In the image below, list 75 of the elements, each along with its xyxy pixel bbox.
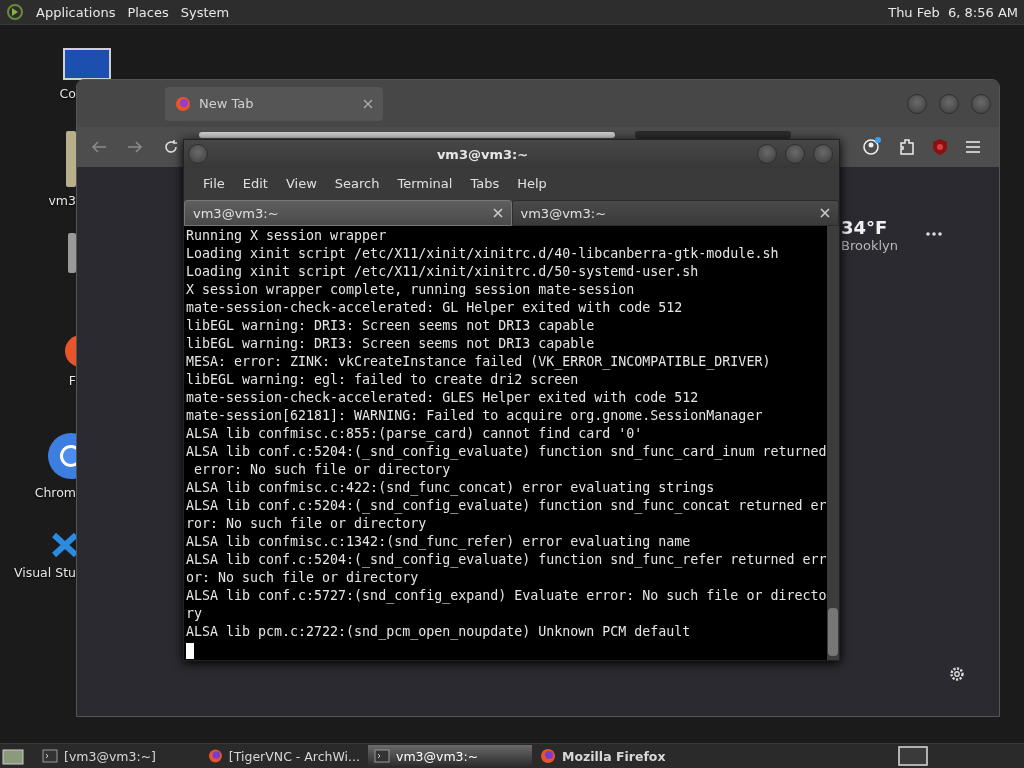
terminal-line: Loading xinit script /etc/X11/xinit/xinitrc.d/50-systemd-user.sh bbox=[186, 263, 699, 281]
clock[interactable]: Thu Feb 6, 8:56 AM bbox=[888, 4, 1018, 20]
terminal-line: ALSA lib pcm.c:2722:(snd_pcm_open_noupdate) Unknown PCM default bbox=[186, 623, 691, 641]
scrollbar[interactable] bbox=[827, 226, 839, 660]
location: Brooklyn bbox=[841, 238, 898, 253]
show-desktop-icon[interactable] bbox=[2, 747, 24, 765]
desktop-icon-label[interactable]: Chrom bbox=[34, 485, 76, 500]
terminal-tab[interactable]: vm3@vm3:~ bbox=[511, 200, 839, 226]
settings-icon[interactable] bbox=[949, 666, 965, 682]
desktop-icon-label[interactable]: F bbox=[68, 373, 76, 388]
terminal-line: ror: No such file or directory bbox=[186, 515, 427, 533]
code-editor-icon[interactable] bbox=[52, 531, 76, 559]
monitor-icon[interactable] bbox=[63, 48, 111, 80]
terminal-tab[interactable]: vm3@vm3:~ bbox=[184, 200, 512, 226]
terminal-icon bbox=[42, 749, 58, 763]
desktop-icon-label[interactable]: vm3 bbox=[48, 193, 76, 208]
browser-tab[interactable]: New Tab bbox=[165, 86, 383, 121]
menu-item[interactable]: File bbox=[194, 175, 234, 191]
menu-item[interactable]: Help bbox=[508, 175, 556, 191]
reload-icon[interactable] bbox=[163, 139, 179, 155]
taskbar-item[interactable]: [vm3@vm3:~] bbox=[36, 745, 200, 767]
menu-item[interactable]: Terminal bbox=[388, 175, 462, 191]
distro-logo-icon[interactable] bbox=[6, 3, 24, 21]
scrollbar-thumb[interactable] bbox=[828, 608, 838, 656]
panel-menu[interactable]: Places bbox=[127, 4, 169, 20]
terminal-line: ALSA lib confmisc.c:422:(snd_func_concat) error evaluating strings bbox=[186, 479, 715, 497]
terminal-line: libEGL warning: egl: failed to create dri2 screen bbox=[186, 371, 579, 389]
terminal-line: ry bbox=[186, 605, 202, 623]
terminal-icon bbox=[374, 749, 390, 763]
back-icon[interactable] bbox=[91, 140, 107, 154]
menu-item[interactable]: Search bbox=[325, 175, 389, 191]
menu-icon[interactable] bbox=[965, 140, 981, 154]
terminal-line: libEGL warning: DRI3: Screen seems not DRI3 capable bbox=[186, 317, 595, 335]
firefox-icon bbox=[540, 748, 556, 764]
terminal-line: MESA: error: ZINK: vkCreateInstance failed (VK_ERROR_INCOMPATIBLE_DRIVER) bbox=[186, 353, 771, 371]
terminal-line: ALSA lib confmisc.c:855:(parse_card) cannot find card '0' bbox=[186, 425, 643, 443]
forward-icon[interactable] bbox=[127, 140, 143, 154]
taskbar-item[interactable]: [TigerVNC - ArchWi... bbox=[202, 745, 366, 767]
terminal-output[interactable] bbox=[184, 226, 839, 660]
more-icon[interactable] bbox=[926, 232, 942, 236]
taskbar-item[interactable]: vm3@vm3:~ bbox=[368, 745, 532, 767]
terminal-line: mate-session-check-accelerated: GLES Helper exited with code 512 bbox=[186, 389, 699, 407]
desktop-icon-label[interactable]: Co bbox=[59, 86, 76, 101]
workspace-switcher-icon[interactable] bbox=[898, 746, 928, 766]
account-icon[interactable] bbox=[862, 137, 882, 157]
terminal-line: Running X session wrapper bbox=[186, 227, 387, 245]
taskbar-item[interactable]: Mozilla Firefox bbox=[534, 745, 698, 767]
firefox-icon bbox=[175, 95, 191, 112]
terminal-line: ALSA lib conf.c:5204:(_snd_config_evaluate) function snd_func_refer returned err bbox=[186, 551, 827, 569]
terminal-line: ALSA lib conf.c:5204:(_snd_config_evaluate) function snd_func_card_inum returned bbox=[186, 443, 827, 461]
close-icon[interactable] bbox=[820, 208, 830, 218]
terminal-line: mate-session-check-accelerated: GL Helper exited with code 512 bbox=[186, 299, 683, 317]
firefox-icon[interactable] bbox=[65, 335, 76, 367]
terminal-line: Loading xinit script /etc/X11/xinit/xinitrc.d/40-libcanberra-gtk-module.sh bbox=[186, 245, 779, 263]
panel-menu[interactable]: System bbox=[180, 4, 230, 20]
text-cursor bbox=[186, 643, 194, 659]
terminal-line: error: No such file or directory bbox=[193, 461, 451, 479]
panel-menu[interactable]: Applications bbox=[36, 4, 116, 20]
terminal-line: ALSA lib confmisc.c:1342:(snd_func_refer) error evaluating name bbox=[186, 533, 691, 551]
terminal-line: or: No such file or directory bbox=[186, 569, 419, 587]
terminal-line: mate-session[62181]: WARNING: Failed to acquire org.gnome.SessionManager bbox=[186, 407, 763, 425]
terminal-line: libEGL warning: DRI3: Screen seems not DRI3 capable bbox=[186, 335, 595, 353]
window-title: vm3@vm3:~ bbox=[435, 146, 530, 162]
menu-item[interactable]: View bbox=[276, 175, 326, 191]
puzzle-icon[interactable] bbox=[899, 138, 915, 156]
terminal-line: ALSA lib conf.c:5727:(snd_config_expand) Evaluate error: No such file or directo bbox=[186, 587, 827, 605]
close-icon[interactable] bbox=[363, 98, 373, 109]
temperature: 34°F bbox=[841, 217, 889, 238]
terminal-line: X session wrapper complete, running session mate-session bbox=[186, 281, 635, 299]
firefox-icon bbox=[208, 748, 223, 764]
terminal-line: ALSA lib conf.c:5204:(_snd_config_evaluate) function snd_func_concat returned er bbox=[186, 497, 827, 515]
desktop-icon-label[interactable]: Visual Stu bbox=[13, 565, 76, 580]
menu-item[interactable]: Edit bbox=[233, 175, 277, 191]
close-icon[interactable] bbox=[492, 208, 503, 218]
menu-item[interactable]: Tabs bbox=[461, 175, 509, 191]
